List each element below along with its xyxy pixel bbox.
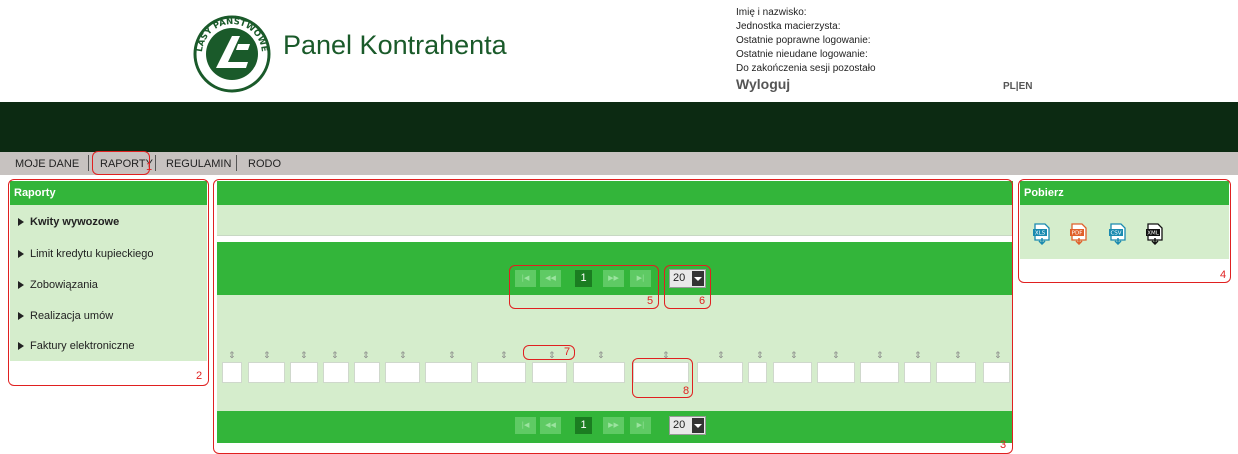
user-name-label: Imię i nazwisko: bbox=[736, 7, 807, 18]
menu-separator bbox=[88, 155, 89, 171]
user-info: Imię i nazwisko: Jednostka macierzysta: … bbox=[736, 6, 876, 76]
logout-link[interactable]: Wyloguj bbox=[736, 76, 790, 92]
annotation-number-1: 1 bbox=[146, 161, 153, 173]
header: LASY PAŃSTWOWE Panel Kontrahenta Imię i … bbox=[0, 0, 1238, 102]
main-menu: MOJE DANE RAPORTY REGULAMIN RODO bbox=[0, 152, 1238, 175]
menu-separator bbox=[236, 155, 237, 171]
annotation-number-7: 7 bbox=[564, 346, 571, 358]
lasy-panstwowe-logo-icon: LASY PAŃSTWOWE bbox=[193, 15, 271, 93]
annotation-box-4 bbox=[1018, 179, 1231, 283]
menu-item-regulations[interactable]: REGULAMIN bbox=[166, 158, 231, 170]
annotation-number-2: 2 bbox=[196, 370, 203, 382]
menu-separator bbox=[155, 155, 156, 171]
lang-en-link[interactable]: EN bbox=[1019, 81, 1033, 92]
annotation-number-4: 4 bbox=[1220, 269, 1227, 281]
language-switcher: PL|EN bbox=[1003, 81, 1033, 92]
lang-pl-link[interactable]: PL bbox=[1003, 81, 1016, 92]
app-title: Panel Kontrahenta bbox=[283, 30, 507, 60]
top-banner bbox=[0, 102, 1238, 152]
parent-unit-label: Jednostka macierzysta: bbox=[736, 21, 841, 32]
menu-item-my-data[interactable]: MOJE DANE bbox=[15, 158, 79, 170]
annotation-number-6: 6 bbox=[699, 295, 706, 307]
annotation-box-5 bbox=[509, 265, 659, 309]
session-remaining-label: Do zakończenia sesji pozostało bbox=[736, 63, 876, 74]
annotation-box-2 bbox=[8, 179, 209, 386]
annotation-number-5: 5 bbox=[647, 295, 654, 307]
annotation-number-8: 8 bbox=[683, 385, 690, 397]
annotation-number-3: 3 bbox=[1000, 439, 1007, 451]
menu-item-rodo[interactable]: RODO bbox=[248, 158, 281, 170]
last-login-label: Ostatnie poprawne logowanie: bbox=[736, 35, 871, 46]
last-failed-login-label: Ostatnie nieudane logowanie: bbox=[736, 49, 868, 60]
annotation-box-1 bbox=[92, 151, 150, 175]
annotation-box-3 bbox=[213, 179, 1013, 454]
